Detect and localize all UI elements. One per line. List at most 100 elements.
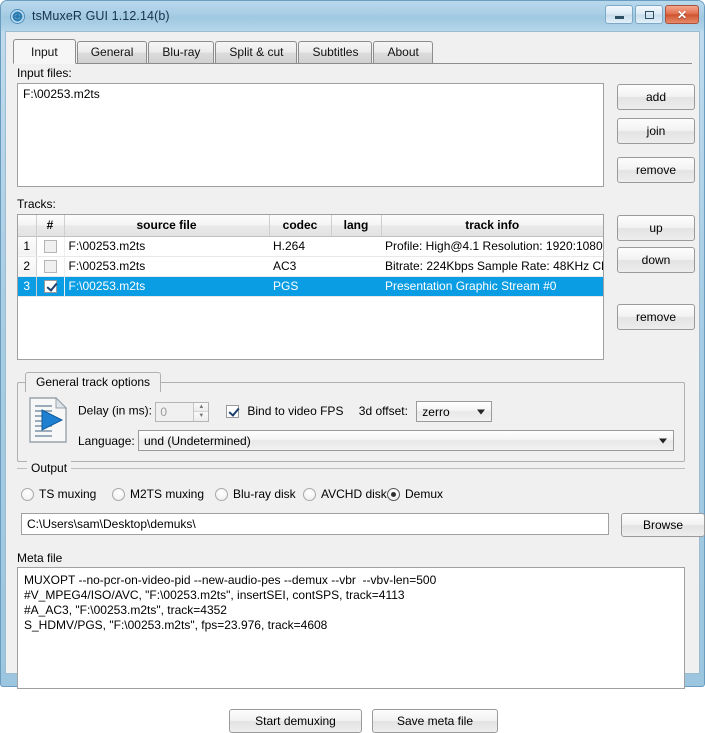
input-files-list[interactable]: F:\00253.m2ts — [17, 83, 604, 187]
cell-source-file: F:\00253.m2ts — [64, 276, 269, 296]
remove-track-button[interactable]: remove — [617, 304, 695, 330]
browse-button[interactable]: Browse — [621, 513, 705, 537]
tab-general[interactable]: General — [77, 41, 148, 63]
offset-label: 3d offset: — [359, 404, 408, 418]
track-checkbox[interactable] — [44, 280, 57, 293]
row-checkbox-cell[interactable] — [36, 236, 64, 256]
radio-demux[interactable]: Demux — [387, 487, 443, 501]
table-row[interactable]: 1 F:\00253.m2ts H.264 Profile: High@4.1 … — [18, 236, 603, 256]
spinner-arrows[interactable]: ▲ ▼ — [193, 403, 208, 421]
column-header-source-file[interactable]: source file — [64, 215, 269, 236]
output-legend: Output — [27, 461, 71, 475]
video-document-icon — [28, 396, 68, 444]
general-track-options-group: General track options Delay (in ms): — [17, 382, 685, 462]
output-path-input[interactable]: C:\Users\sam\Desktop\demuks\ — [21, 513, 609, 535]
table-header-row: # source file codec lang track info — [18, 215, 603, 236]
radio-ts-muxing[interactable]: TS muxing — [21, 487, 96, 501]
chevron-down-icon — [659, 438, 667, 443]
tab-split-cut[interactable]: Split & cut — [215, 41, 297, 63]
column-header-blank[interactable] — [18, 215, 36, 236]
language-label: Language: — [78, 434, 138, 448]
cell-lang — [331, 256, 381, 276]
radio-icon[interactable] — [303, 488, 316, 501]
radio-bluray-disk[interactable]: Blu-ray disk — [215, 487, 296, 501]
general-track-options-title: General track options — [25, 372, 161, 392]
input-tab-panel: Input files: F:\00253.m2ts add join remo… — [13, 64, 692, 669]
column-header-track-info[interactable]: track info — [381, 215, 603, 236]
input-files-label: Input files: — [17, 66, 72, 80]
save-meta-file-button[interactable]: Save meta file — [372, 709, 498, 733]
radio-avchd-disk[interactable]: AVCHD disk — [303, 487, 387, 501]
radio-m2ts-muxing[interactable]: M2TS muxing — [112, 487, 204, 501]
tab-subtitles[interactable]: Subtitles — [298, 41, 372, 63]
row-checkbox-cell[interactable] — [36, 276, 64, 296]
delay-label: Delay (in ms): — [78, 404, 152, 418]
cell-source-file: F:\00253.m2ts — [64, 256, 269, 276]
radio-icon[interactable] — [215, 488, 228, 501]
maximize-button[interactable] — [635, 5, 663, 24]
table-row[interactable]: 3 F:\00253.m2ts PGS Presentation Graphic… — [18, 276, 603, 296]
add-button[interactable]: add — [617, 84, 695, 110]
down-button[interactable]: down — [617, 247, 695, 273]
client-area: Input General Blu-ray Split & cut Subtit… — [5, 31, 700, 674]
cell-codec: H.264 — [269, 236, 331, 256]
remove-input-button[interactable]: remove — [617, 157, 695, 183]
row-index: 2 — [18, 256, 36, 276]
tab-strip: Input General Blu-ray Split & cut Subtit… — [13, 39, 692, 64]
track-checkbox[interactable] — [44, 260, 57, 273]
cell-codec: AC3 — [269, 256, 331, 276]
start-demuxing-button[interactable]: Start demuxing — [229, 709, 362, 733]
column-header-number[interactable]: # — [36, 215, 64, 236]
meta-file-label: Meta file — [17, 551, 62, 565]
radio-label: TS muxing — [39, 487, 96, 501]
app-icon — [10, 9, 25, 24]
cell-lang — [331, 236, 381, 256]
window-controls: ✕ — [605, 5, 699, 24]
cell-track-info: Profile: High@4.1 Resolution: 1920:1080p… — [381, 236, 603, 256]
tab-input[interactable]: Input — [13, 39, 76, 64]
row-index: 3 — [18, 276, 36, 296]
window-title: tsMuxeR GUI 1.12.14(b) — [32, 9, 170, 23]
application-window: tsMuxeR GUI 1.12.14(b) ✕ Input General B… — [0, 0, 705, 687]
column-header-lang[interactable]: lang — [331, 215, 381, 236]
cell-lang — [331, 276, 381, 296]
radio-icon[interactable] — [112, 488, 125, 501]
table-row[interactable]: 2 F:\00253.m2ts AC3 Bitrate: 224Kbps Sam… — [18, 256, 603, 276]
tab-about[interactable]: About — [373, 41, 432, 63]
spinner-up-icon[interactable]: ▲ — [194, 403, 208, 413]
chevron-down-icon — [477, 409, 485, 414]
row-checkbox-cell[interactable] — [36, 256, 64, 276]
radio-label: Blu-ray disk — [233, 487, 296, 501]
spinner-down-icon[interactable]: ▼ — [194, 412, 208, 421]
radio-label: Demux — [405, 487, 443, 501]
tracks-table[interactable]: # source file codec lang track info 1 F:… — [17, 214, 604, 360]
radio-label: AVCHD disk — [321, 487, 387, 501]
radio-label: M2TS muxing — [130, 487, 204, 501]
cell-codec: PGS — [269, 276, 331, 296]
track-checkbox[interactable] — [44, 240, 57, 253]
meta-file-textarea[interactable]: MUXOPT --no-pcr-on-video-pid --new-audio… — [17, 567, 685, 689]
close-icon: ✕ — [677, 9, 687, 21]
maximize-icon — [645, 11, 654, 19]
delay-value: 0 — [160, 405, 167, 419]
row-index: 1 — [18, 236, 36, 256]
offset-value: zerro — [422, 405, 449, 419]
offset-combo[interactable]: zerro — [416, 401, 492, 422]
join-button[interactable]: join — [617, 118, 695, 144]
minimize-button[interactable] — [605, 5, 633, 24]
cell-track-info: Bitrate: 224Kbps Sample Rate: 48KHz Cha.… — [381, 256, 603, 276]
delay-spinner[interactable]: 0 ▲ ▼ — [155, 402, 209, 422]
up-button[interactable]: up — [617, 215, 695, 241]
cell-track-info: Presentation Graphic Stream #0 — [381, 276, 603, 296]
tab-bluray[interactable]: Blu-ray — [148, 41, 214, 63]
bind-fps-label: Bind to video FPS — [247, 404, 343, 418]
close-button[interactable]: ✕ — [665, 5, 699, 24]
output-group: Output TS muxing M2TS muxing Blu-ray dis… — [17, 468, 685, 544]
bind-fps-checkbox[interactable] — [226, 405, 239, 418]
list-item[interactable]: F:\00253.m2ts — [18, 84, 603, 104]
title-bar: tsMuxeR GUI 1.12.14(b) ✕ — [1, 1, 704, 31]
radio-icon[interactable] — [387, 488, 400, 501]
column-header-codec[interactable]: codec — [269, 215, 331, 236]
radio-icon[interactable] — [21, 488, 34, 501]
language-combo[interactable]: und (Undetermined) — [138, 430, 674, 451]
